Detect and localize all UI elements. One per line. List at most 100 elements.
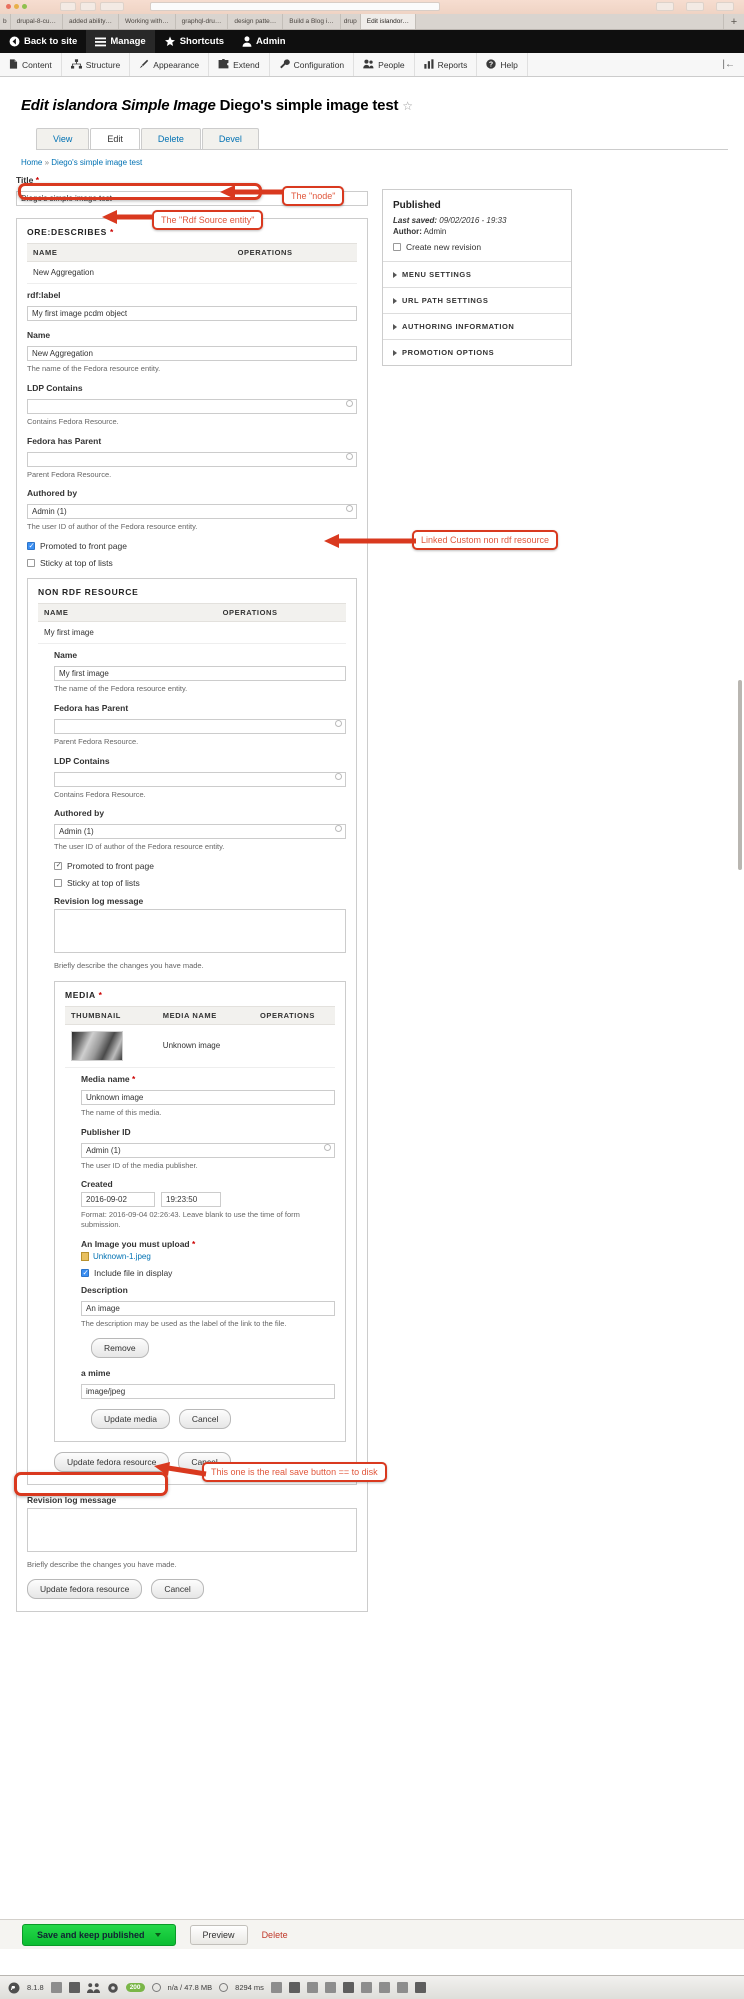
tab-devel[interactable]: Devel (201, 128, 259, 149)
toolbar-back-to-site[interactable]: Back to site (0, 30, 86, 53)
tab-delete[interactable]: Delete (140, 128, 201, 149)
address-bar[interactable] (150, 2, 440, 11)
nrdf-sticky-checkbox[interactable] (54, 879, 62, 887)
drupal-admin-menu[interactable]: Content Structure Appearance Extend Conf… (0, 53, 744, 77)
media-cancel-button[interactable]: Cancel (178, 1408, 232, 1429)
maximize-window-button[interactable] (22, 4, 27, 9)
breadcrumb-current[interactable]: Diego's simple image test (51, 158, 142, 167)
minimize-window-button[interactable] (14, 4, 19, 9)
fedora-parent-input[interactable] (27, 451, 357, 467)
nrdf-promoted-row[interactable]: Promoted to front page (54, 861, 346, 871)
rdflabel-input[interactable] (27, 306, 357, 321)
nrdf-revlog-textarea[interactable] (54, 909, 346, 953)
create-new-revision-checkbox[interactable] (393, 243, 401, 251)
nrdf-name-input[interactable] (54, 666, 346, 681)
grid-icon[interactable] (306, 1982, 318, 1993)
share-button[interactable] (656, 2, 674, 11)
create-new-revision-row[interactable]: Create new revision (393, 242, 561, 252)
created-date-input[interactable] (81, 1192, 155, 1208)
browser-tab[interactable]: Working with… (119, 14, 176, 29)
db-icon[interactable] (414, 1982, 426, 1993)
browser-tab[interactable]: graphql-dru… (176, 14, 229, 29)
delete-link[interactable]: Delete (262, 1930, 288, 1940)
created-time-input[interactable] (161, 1192, 221, 1208)
browser-tab[interactable]: added ability… (63, 14, 120, 29)
toolbar-manage[interactable]: Manage (86, 30, 155, 53)
update-media-button[interactable]: Update media (91, 1408, 170, 1429)
description-input[interactable] (81, 1300, 335, 1316)
close-window-button[interactable] (6, 4, 11, 9)
toolbar-shortcuts[interactable]: Shortcuts (155, 30, 233, 53)
title-input[interactable] (16, 191, 368, 206)
menu-item-people[interactable]: People (354, 53, 415, 76)
sidebar-item-authoring-information[interactable]: AUTHORING INFORMATION (383, 313, 571, 339)
menu-item-structure[interactable]: Structure (62, 53, 131, 76)
publisher-id-input[interactable] (81, 1142, 335, 1158)
browser-tab[interactable]: b (0, 14, 11, 29)
bookmarks-button[interactable] (100, 2, 124, 11)
nrdf-parent-input[interactable] (54, 718, 346, 734)
nrdf-authored-input[interactable] (54, 824, 346, 840)
pin-icon[interactable] (396, 1982, 408, 1993)
page-scrollbar[interactable] (736, 40, 744, 1975)
include-file-checkbox[interactable] (81, 1268, 89, 1278)
sidebar-item-url-path-settings[interactable]: URL PATH SETTINGS (383, 287, 571, 313)
new-tab-button[interactable]: + (724, 14, 744, 29)
bottom-revlog-textarea[interactable] (27, 1507, 357, 1552)
sticky-checkbox[interactable] (27, 559, 35, 567)
devel-status-bar[interactable]: 8.1.8 200 n/a / 47.8 MB 8294 ms (0, 1975, 744, 1999)
browser-tab-active[interactable]: Edit islandor… (360, 14, 417, 29)
gear-icon[interactable] (107, 1982, 119, 1994)
scrollbar-thumb[interactable] (738, 680, 742, 870)
menu-item-reports[interactable]: Reports (415, 53, 478, 76)
arrow-icon[interactable] (378, 1982, 390, 1993)
uploaded-file-name[interactable]: Unknown-1.jpeg (93, 1252, 151, 1261)
menu-item-appearance[interactable]: Appearance (130, 53, 210, 76)
menu-item-extend[interactable]: Extend (209, 53, 270, 76)
include-file-row[interactable]: Include file in display (81, 1268, 335, 1278)
authored-by-input[interactable] (27, 504, 357, 520)
sticky-checkbox-row[interactable]: Sticky at top of lists (27, 558, 357, 568)
bottom-update-fedora-button[interactable]: Update fedora resource (27, 1579, 143, 1600)
list-icon[interactable] (50, 1982, 62, 1993)
php-icon[interactable] (8, 1982, 20, 1994)
promoted-checkbox[interactable] (27, 541, 35, 551)
chevron-down-icon[interactable] (154, 1932, 161, 1937)
browser-tab-bar[interactable]: b drupal-8-cu… added ability… Working wi… (0, 14, 744, 30)
drupal-admin-toolbar[interactable]: Back to site Manage Shortcuts Admin (0, 30, 744, 53)
trash-icon[interactable] (360, 1982, 372, 1993)
breadcrumb-home[interactable]: Home (21, 158, 42, 167)
nrdf-promoted-checkbox[interactable] (54, 861, 62, 871)
nrdf-sticky-row[interactable]: Sticky at top of lists (54, 878, 346, 888)
window-traffic-lights[interactable] (6, 4, 27, 9)
tab-edit[interactable]: Edit (90, 128, 140, 149)
sidebar-item-menu-settings[interactable]: MENU SETTINGS (383, 261, 571, 287)
tab-overview-button[interactable] (686, 2, 704, 11)
database-icon[interactable] (68, 1982, 80, 1993)
toolbar-admin-account[interactable]: Admin (233, 30, 295, 53)
menu-item-help[interactable]: ? Help (477, 53, 528, 76)
nrdf-ldp-input[interactable] (54, 771, 346, 787)
list-icon[interactable] (270, 1982, 282, 1993)
forward-button[interactable] (80, 2, 96, 11)
back-button[interactable] (60, 2, 76, 11)
browser-tab[interactable]: Build a Blog i… (283, 14, 341, 29)
node-tabs[interactable]: View Edit Delete Devel (36, 128, 728, 150)
media-name-input[interactable] (81, 1089, 335, 1105)
ldp-contains-input[interactable] (27, 398, 357, 414)
save-and-keep-published-button[interactable]: Save and keep published (22, 1923, 176, 1946)
columns-icon[interactable] (342, 1982, 354, 1993)
bottom-cancel-button[interactable]: Cancel (151, 1579, 204, 1600)
users-icon[interactable] (86, 1982, 100, 1994)
mime-input[interactable] (81, 1383, 335, 1399)
promoted-checkbox-row[interactable]: Promoted to front page (27, 541, 357, 551)
uploaded-file-link[interactable]: Unknown-1.jpeg (81, 1251, 335, 1261)
tab-view[interactable]: View (36, 128, 90, 149)
table-icon[interactable] (324, 1982, 336, 1993)
new-tab-chrome-button[interactable] (716, 2, 734, 11)
browser-tab[interactable]: drupal-8-cu… (11, 14, 64, 29)
image-icon[interactable] (288, 1982, 300, 1993)
preview-button[interactable]: Preview (189, 1924, 248, 1945)
remove-button[interactable]: Remove (91, 1337, 149, 1358)
breadcrumb[interactable]: Home » Diego's simple image test (21, 158, 728, 167)
